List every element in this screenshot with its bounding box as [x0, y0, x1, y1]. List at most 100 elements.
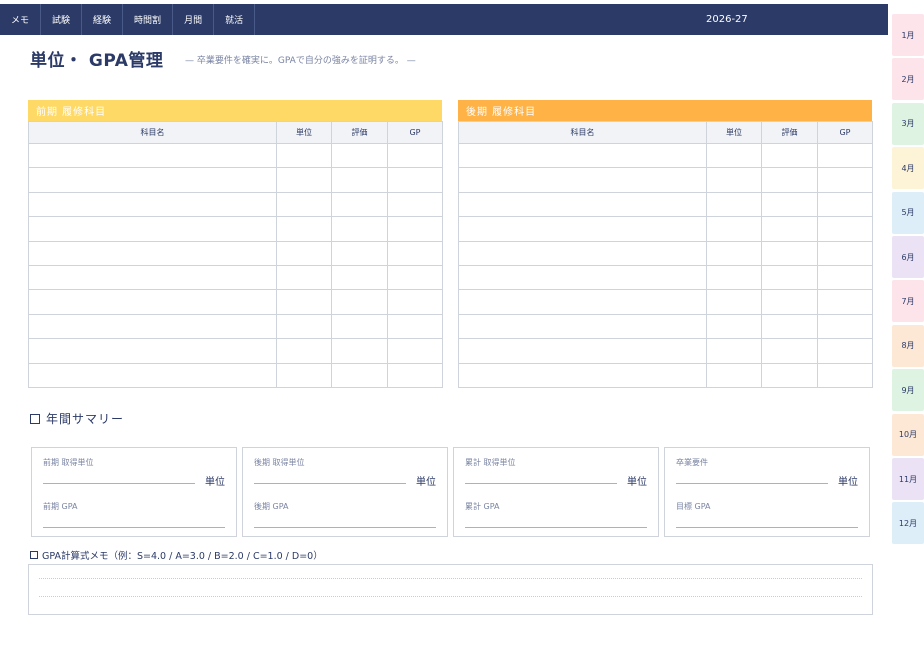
credits-input-line[interactable] — [676, 483, 828, 484]
grade-cell[interactable] — [761, 191, 818, 218]
grade-cell[interactable] — [331, 240, 388, 266]
credits-cell[interactable] — [706, 167, 762, 193]
grade-cell[interactable] — [331, 289, 388, 315]
grade-cell[interactable] — [761, 142, 818, 169]
subject-cell[interactable] — [458, 240, 707, 266]
grade-cell[interactable] — [331, 216, 388, 242]
subject-cell[interactable] — [28, 264, 277, 291]
credits-input-line[interactable] — [465, 483, 617, 484]
subject-cell[interactable] — [458, 142, 707, 169]
nav-item-timetable[interactable]: 時間割 — [123, 4, 174, 35]
credits-cell[interactable] — [276, 167, 332, 193]
gp-cell[interactable] — [817, 313, 873, 340]
gp-cell[interactable] — [817, 338, 873, 364]
gp-cell[interactable] — [387, 362, 443, 388]
grade-cell[interactable] — [761, 264, 818, 291]
nav-item-memo[interactable]: メモ — [0, 4, 42, 35]
gp-cell[interactable] — [817, 216, 873, 242]
nav-item-exam[interactable]: 試験 — [41, 4, 83, 35]
credits-cell[interactable] — [276, 289, 332, 315]
gp-cell[interactable] — [387, 289, 443, 315]
nav-item-job-hunting[interactable]: 就活 — [214, 4, 256, 35]
subject-cell[interactable] — [28, 313, 277, 340]
grade-cell[interactable] — [761, 289, 818, 315]
month-tab-9[interactable]: 9月 — [892, 369, 924, 412]
subject-cell[interactable] — [458, 313, 707, 340]
subject-cell[interactable] — [458, 167, 707, 193]
month-tab-2[interactable]: 2月 — [892, 58, 924, 101]
credits-input-line[interactable] — [254, 483, 406, 484]
gp-cell[interactable] — [817, 362, 873, 388]
grade-cell[interactable] — [331, 362, 388, 388]
subject-cell[interactable] — [458, 264, 707, 291]
grade-cell[interactable] — [331, 264, 388, 291]
subject-cell[interactable] — [28, 191, 277, 218]
gp-cell[interactable] — [817, 289, 873, 315]
grade-cell[interactable] — [331, 338, 388, 364]
grade-cell[interactable] — [331, 142, 388, 169]
gp-cell[interactable] — [387, 167, 443, 193]
gp-cell[interactable] — [387, 338, 443, 364]
gp-cell[interactable] — [387, 216, 443, 242]
subject-cell[interactable] — [28, 142, 277, 169]
gp-cell[interactable] — [387, 313, 443, 340]
month-tab-8[interactable]: 8月 — [892, 324, 924, 367]
gp-cell[interactable] — [817, 264, 873, 291]
gp-cell[interactable] — [387, 264, 443, 291]
credits-cell[interactable] — [706, 362, 762, 388]
month-tab-4[interactable]: 4月 — [892, 147, 924, 190]
memo-area[interactable] — [28, 564, 873, 615]
grade-cell[interactable] — [331, 191, 388, 218]
grade-cell[interactable] — [761, 216, 818, 242]
credits-cell[interactable] — [276, 338, 332, 364]
grade-cell[interactable] — [331, 167, 388, 193]
month-tab-7[interactable]: 7月 — [892, 280, 924, 323]
subject-cell[interactable] — [28, 362, 277, 388]
gp-cell[interactable] — [817, 142, 873, 169]
credits-cell[interactable] — [276, 264, 332, 291]
subject-cell[interactable] — [458, 289, 707, 315]
grade-cell[interactable] — [761, 167, 818, 193]
grade-cell[interactable] — [331, 313, 388, 340]
nav-item-monthly[interactable]: 月間 — [173, 4, 215, 35]
credits-cell[interactable] — [706, 142, 762, 169]
grade-cell[interactable] — [761, 313, 818, 340]
gpa-input-line[interactable] — [676, 527, 858, 528]
credits-cell[interactable] — [276, 240, 332, 266]
subject-cell[interactable] — [458, 338, 707, 364]
gp-cell[interactable] — [387, 240, 443, 266]
credits-cell[interactable] — [276, 216, 332, 242]
grade-cell[interactable] — [761, 362, 818, 388]
subject-cell[interactable] — [28, 167, 277, 193]
credits-cell[interactable] — [706, 313, 762, 340]
credits-cell[interactable] — [706, 289, 762, 315]
credits-cell[interactable] — [706, 240, 762, 266]
gpa-input-line[interactable] — [254, 527, 436, 528]
gp-cell[interactable] — [817, 240, 873, 266]
credits-cell[interactable] — [706, 338, 762, 364]
credits-cell[interactable] — [276, 142, 332, 169]
gpa-input-line[interactable] — [465, 527, 647, 528]
gp-cell[interactable] — [387, 191, 443, 218]
subject-cell[interactable] — [28, 289, 277, 315]
gpa-input-line[interactable] — [43, 527, 225, 528]
month-tab-3[interactable]: 3月 — [892, 102, 924, 145]
subject-cell[interactable] — [28, 216, 277, 242]
grade-cell[interactable] — [761, 338, 818, 364]
credits-cell[interactable] — [706, 264, 762, 291]
subject-cell[interactable] — [458, 216, 707, 242]
credits-cell[interactable] — [706, 216, 762, 242]
month-tab-10[interactable]: 10月 — [892, 413, 924, 456]
grade-cell[interactable] — [761, 240, 818, 266]
month-tab-6[interactable]: 6月 — [892, 236, 924, 278]
credits-cell[interactable] — [706, 191, 762, 218]
month-tab-5[interactable]: 5月 — [892, 191, 924, 234]
gp-cell[interactable] — [817, 167, 873, 193]
nav-item-experience[interactable]: 経験 — [82, 4, 124, 35]
subject-cell[interactable] — [458, 191, 707, 218]
credits-input-line[interactable] — [43, 483, 195, 484]
credits-cell[interactable] — [276, 313, 332, 340]
gp-cell[interactable] — [817, 191, 873, 218]
subject-cell[interactable] — [458, 362, 707, 388]
month-tab-12[interactable]: 12月 — [892, 502, 924, 545]
